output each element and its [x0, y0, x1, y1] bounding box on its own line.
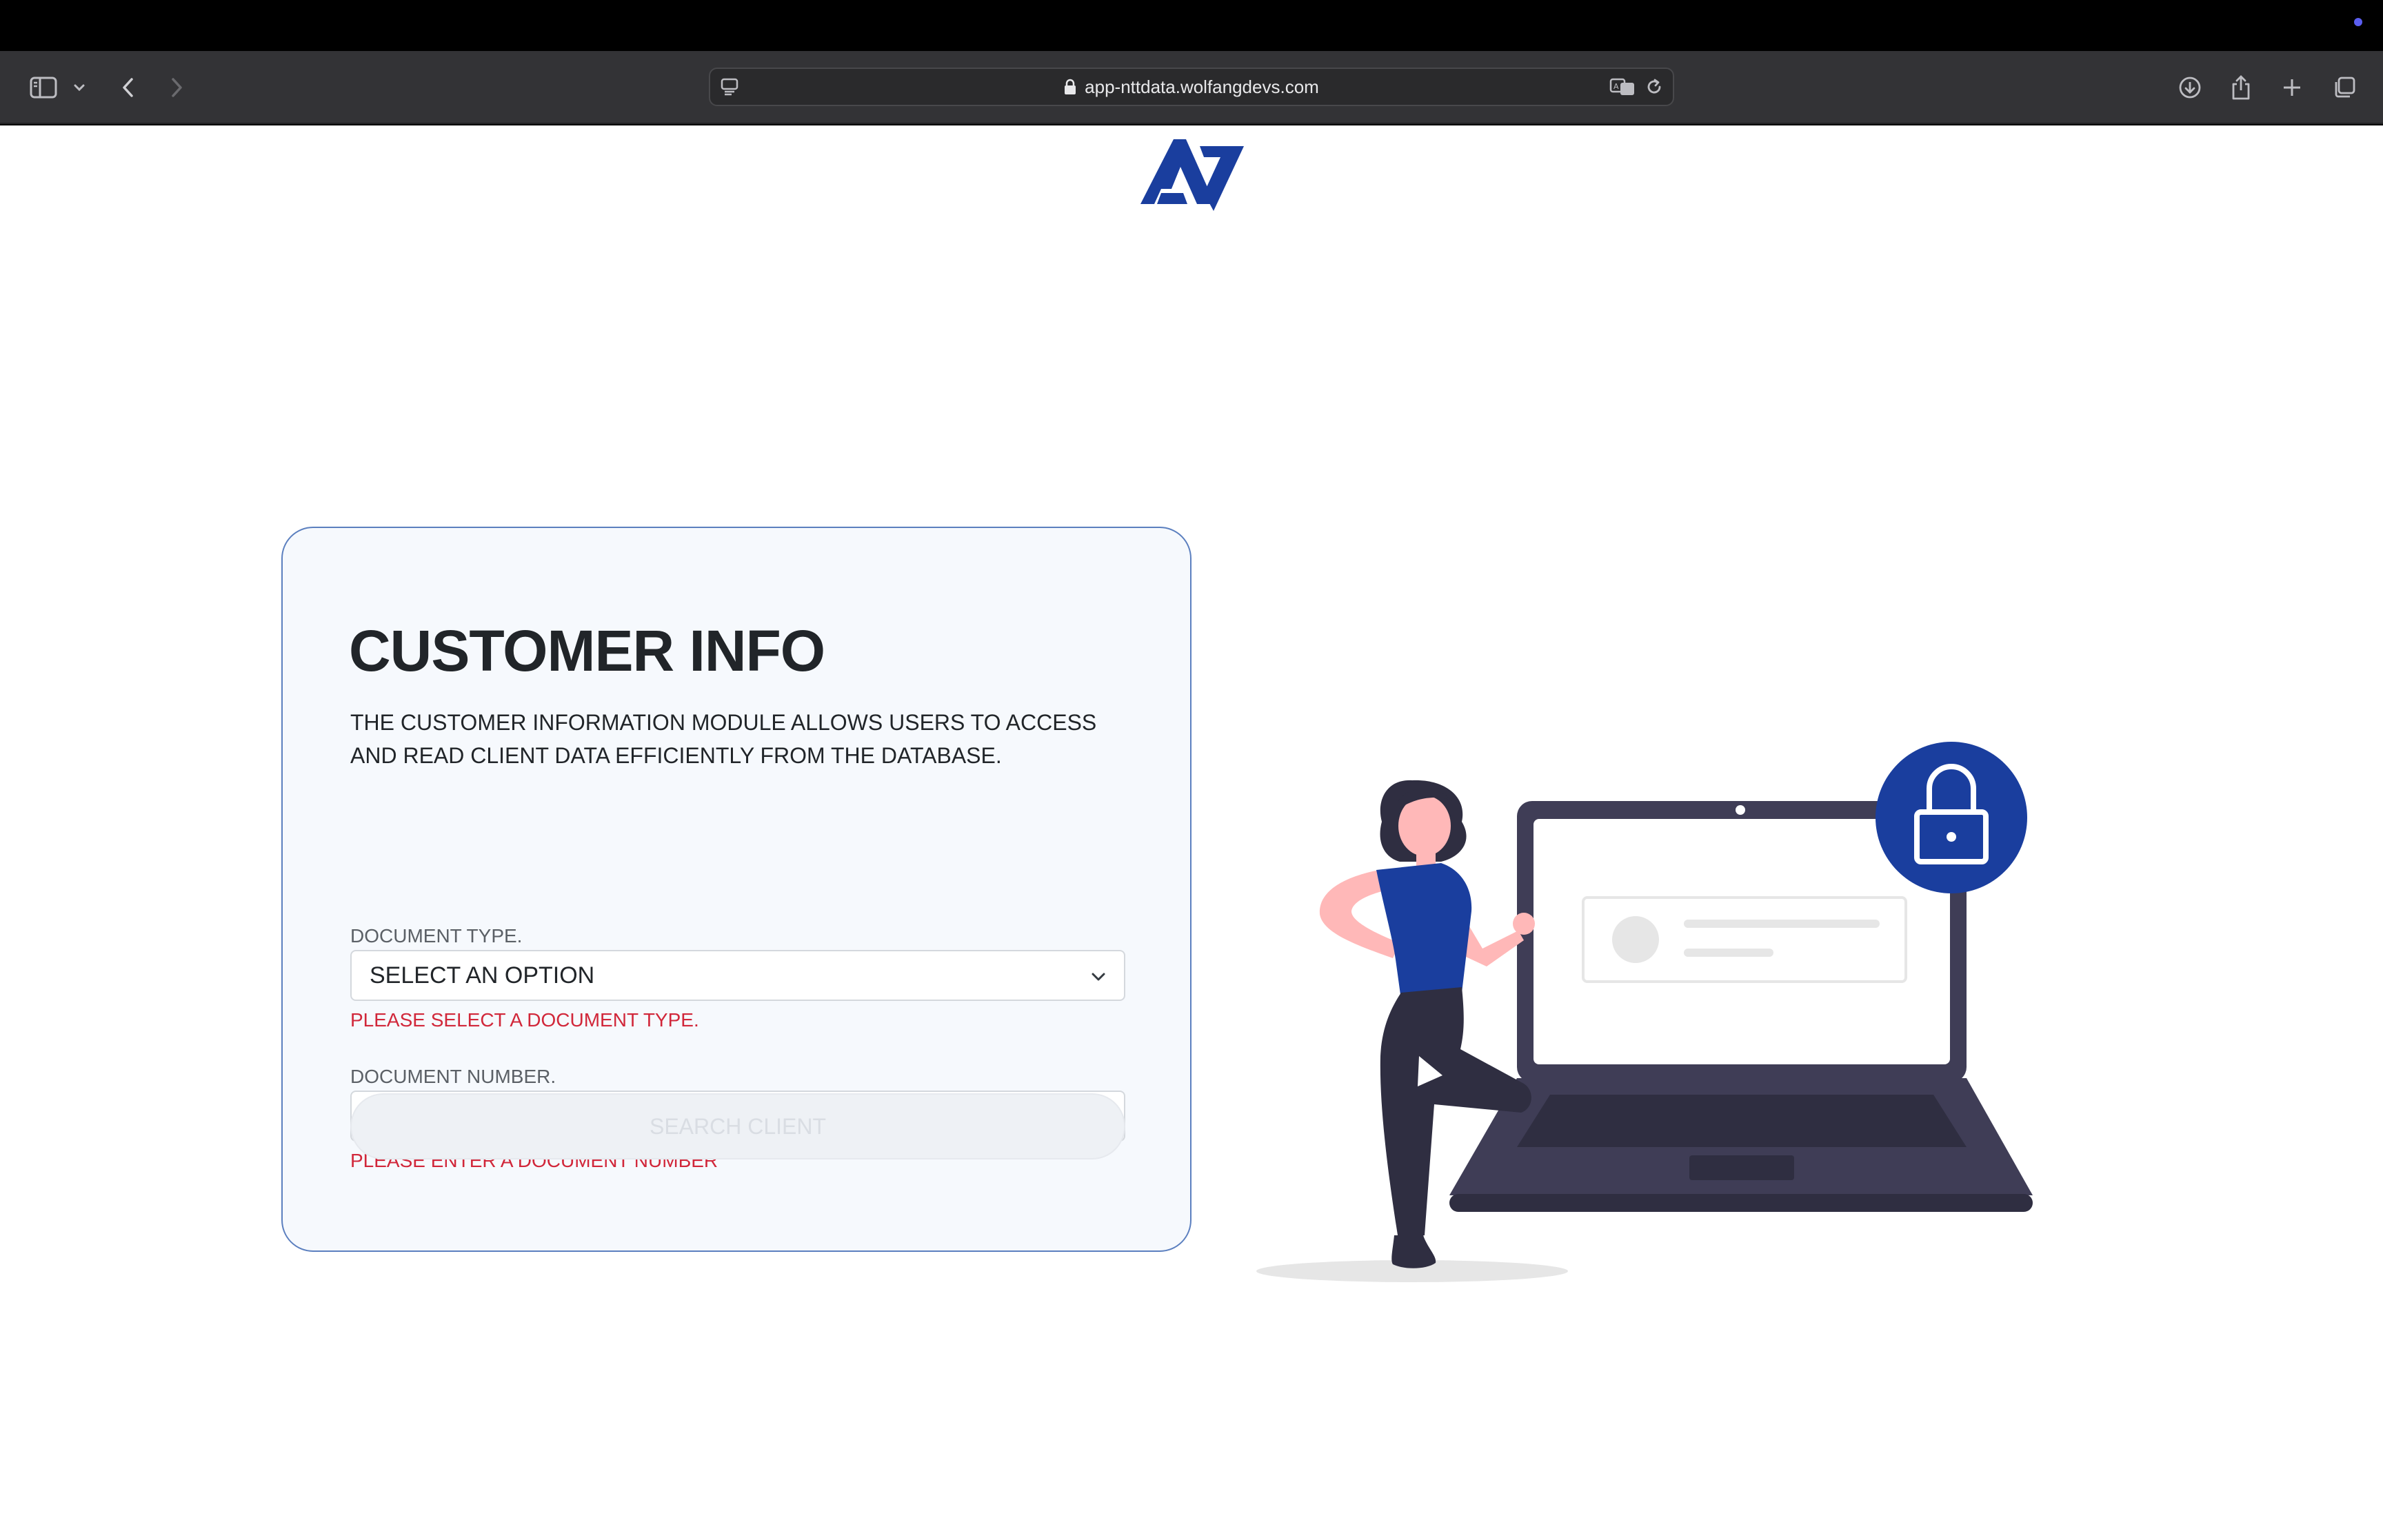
document-number-label: DOCUMENT NUMBER. — [350, 1066, 556, 1087]
status-indicator-icon — [2354, 18, 2362, 26]
share-icon[interactable] — [2227, 51, 2255, 124]
document-type-select[interactable]: SELECT AN OPTION — [350, 950, 1125, 1001]
url-text: app-nttdata.wolfangdevs.com — [1085, 76, 1319, 97]
page-title: CUSTOMER INFO — [349, 618, 825, 683]
document-type-error: PLEASE SELECT A DOCUMENT TYPE. — [350, 1009, 699, 1031]
browser-toolbar: app-nttdata.wolfangdevs.com A — [0, 51, 2383, 124]
forward-icon[interactable] — [163, 51, 190, 124]
chevron-down-icon[interactable] — [69, 51, 90, 124]
chevron-down-icon — [1092, 973, 1105, 981]
search-client-button[interactable]: SEARCH CLIENT — [350, 1093, 1125, 1159]
document-type-label: DOCUMENT TYPE. — [350, 925, 523, 946]
brand-logo[interactable] — [1140, 139, 1244, 211]
module-description: THE CUSTOMER INFORMATION MODULE ALLOWS U… — [350, 710, 1097, 768]
lock-icon — [1065, 79, 1076, 94]
address-bar[interactable]: app-nttdata.wolfangdevs.com A — [709, 68, 1674, 106]
menu-bar — [0, 0, 2383, 51]
reload-icon[interactable] — [1645, 77, 1663, 97]
svg-text:A: A — [1613, 82, 1619, 91]
downloads-icon[interactable] — [2176, 51, 2204, 124]
sidebar-toggle-icon[interactable] — [26, 51, 61, 124]
new-tab-icon[interactable] — [2278, 51, 2306, 124]
tab-overview-icon[interactable] — [2331, 51, 2358, 124]
customer-info-card: CUSTOMER INFO THE CUSTOMER INFORMATION M… — [281, 527, 1192, 1252]
document-type-selected: SELECT AN OPTION — [370, 962, 595, 989]
security-illustration — [1256, 742, 2033, 1282]
page-content: CUSTOMER INFO THE CUSTOMER INFORMATION M… — [0, 125, 2383, 1540]
back-icon[interactable] — [114, 51, 142, 124]
translate-icon[interactable]: A — [1609, 77, 1636, 97]
